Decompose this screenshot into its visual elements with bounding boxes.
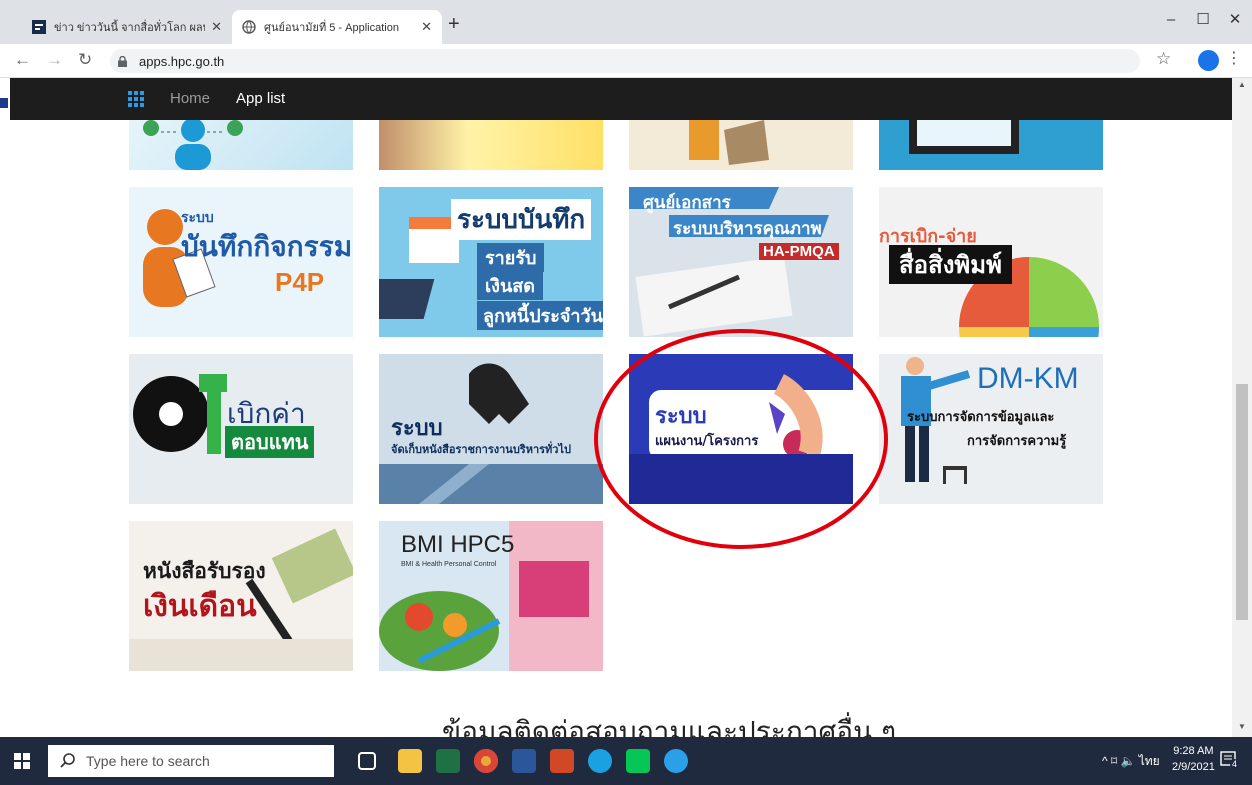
page-viewport: Home App list ระบบ บันทึกกิจกรรม P4P ระบ… — [10, 78, 1232, 737]
tile-label: BMI & Health Personal Control — [401, 561, 497, 568]
tile-label: สื่อสิ่งพิมพ์ — [889, 245, 1012, 284]
windows-taskbar: Type here to search ^ ⌑ 🔈 ไทย 9:28 AM 2/… — [0, 737, 1252, 785]
browser-tab-strip: ข่าว ข่าววันนี้ จากสื่อทั่วโลก ผลบอลล์ ✕… — [0, 0, 1252, 44]
news-favicon-icon — [32, 20, 46, 34]
tile-label: ระบบการจัดการข้อมูลและ — [907, 410, 1055, 425]
new-tab-button[interactable]: + — [448, 14, 460, 34]
taskbar-search-box[interactable]: Type here to search — [48, 745, 334, 777]
scroll-down-icon[interactable]: ▼ — [1238, 722, 1246, 731]
tile-label: จัดเก็บหนังสือราชการงานบริหารทั่วไป — [391, 443, 571, 456]
back-arrow-icon[interactable]: ← — [14, 50, 31, 70]
people-network-icon — [143, 120, 243, 170]
tile-label: ลูกหนี้ประจำวัน — [477, 301, 603, 330]
worker-icon — [689, 120, 769, 165]
tile-label: ตอบแทน — [225, 426, 315, 458]
menu-kebab-icon[interactable]: ⋮ — [1226, 48, 1242, 68]
screen: ข่าว ข่าววันนี้ จากสื่อทั่วโลก ผลบอลล์ ✕… — [0, 0, 1252, 785]
app-tile-bmi-hpc5[interactable]: BMI HPC5 BMI & Health Personal Control — [379, 521, 603, 671]
close-tab-icon[interactable]: ✕ — [421, 19, 432, 35]
task-view-icon[interactable] — [358, 752, 376, 770]
nav-app-list-link[interactable]: App list — [236, 90, 285, 107]
powerpoint-icon[interactable] — [550, 749, 574, 773]
search-icon — [60, 753, 75, 768]
system-clock[interactable]: 9:28 AM 2/9/2021 — [1172, 743, 1215, 775]
monitor-icon — [879, 120, 1103, 170]
chrome-icon[interactable] — [474, 749, 498, 773]
notification-center-icon[interactable]: 4 — [1220, 751, 1240, 769]
line-app-icon[interactable] — [626, 749, 650, 773]
word-icon[interactable] — [512, 749, 536, 773]
tile-label: HA-PMQA — [759, 243, 839, 260]
file-explorer-icon[interactable] — [398, 749, 422, 773]
edge-icon[interactable] — [588, 749, 612, 773]
app-tile-r1c2[interactable] — [379, 120, 603, 170]
tile-label: การจัดการความรู้ — [967, 434, 1067, 449]
page-scrollbar[interactable]: ▲ ▼ — [1232, 78, 1252, 737]
close-tab-icon[interactable]: ✕ — [211, 19, 222, 35]
tab-title: ข่าว ข่าววันนี้ จากสื่อทั่วโลก ผลบอลล์ — [54, 22, 205, 34]
search-placeholder: Type here to search — [86, 753, 210, 769]
ie-browser-icon[interactable] — [664, 749, 688, 773]
app-tile-ha-pmqa[interactable]: ศูนย์เอกสาร ระบบบริหารคุณภาพ HA-PMQA — [629, 187, 853, 337]
tile-label: BMI HPC5 — [401, 531, 515, 558]
address-bar[interactable]: apps.hpc.go.th — [110, 49, 1140, 73]
profile-avatar-icon[interactable] — [1198, 50, 1219, 71]
minimize-button[interactable]: – — [1156, 8, 1186, 32]
tab-title: ศูนย์อนามัยที่ 5 - Application — [264, 22, 399, 34]
tile-label: เงินสด — [477, 271, 543, 300]
browser-toolbar: ← → ↻ apps.hpc.go.th ☆ ⋮ — [0, 44, 1252, 78]
bookmark-star-icon[interactable]: ☆ — [1156, 49, 1171, 69]
app-tile-cash-income[interactable]: ระบบบันทึก รายรับ เงินสด ลูกหนี้ประจำวัน — [379, 187, 603, 337]
window-edge — [0, 78, 10, 737]
lock-icon — [118, 55, 127, 67]
url-text: apps.hpc.go.th — [139, 53, 225, 69]
app-tile-dm-km[interactable]: DM-KM ระบบการจัดการข้อมูลและ การจัดการคว… — [879, 354, 1103, 504]
forward-arrow-icon[interactable]: → — [46, 50, 63, 70]
app-tile-print-media[interactable]: การเบิก-จ่าย สื่อสิ่งพิมพ์ — [879, 187, 1103, 337]
tile-label: P4P — [275, 267, 325, 297]
reload-icon[interactable]: ↻ — [78, 50, 92, 70]
tile-label: เงินเดือน — [143, 589, 257, 624]
tile-label: DM-KM — [977, 362, 1079, 395]
site-navbar: Home App list — [10, 78, 1232, 120]
excel-icon[interactable] — [436, 749, 460, 773]
scrollbar-thumb[interactable] — [1236, 384, 1248, 620]
maximize-button[interactable]: ☐ — [1188, 8, 1218, 32]
nav-home-link[interactable]: Home — [170, 90, 210, 107]
app-tile-salary-certificate[interactable]: หนังสือรับรอง เงินเดือน — [129, 521, 353, 671]
clock-date: 2/9/2021 — [1172, 761, 1215, 773]
app-tile-r1c4[interactable] — [879, 120, 1103, 170]
tab-news[interactable]: ข่าว ข่าววันนี้ จากสื่อทั่วโลก ผลบอลล์ ✕ — [22, 10, 232, 44]
highlight-circle — [594, 329, 888, 549]
scroll-up-icon[interactable]: ▲ — [1238, 80, 1246, 89]
system-tray[interactable]: ^ ⌑ 🔈 ไทย — [1102, 752, 1160, 771]
tile-label: บันทึกกิจกรรม — [181, 230, 353, 263]
tab-application[interactable]: ศูนย์อนามัยที่ 5 - Application ✕ — [232, 10, 442, 44]
app-tile-r1c1[interactable] — [129, 120, 353, 170]
tile-label: ระบบบันทึก — [451, 199, 592, 240]
tile-label: ศูนย์เอกสาร — [643, 193, 731, 213]
app-grid-icon[interactable] — [128, 91, 144, 107]
clock-time: 9:28 AM — [1173, 745, 1214, 757]
app-tile-official-documents[interactable]: ระบบ จัดเก็บหนังสือราชการงานบริหารทั่วไป — [379, 354, 603, 504]
tile-label: รายรับ — [477, 243, 545, 272]
contact-heading: ข้อมูลติดต่อสอบถามและประกาศอื่น ๆ — [442, 715, 897, 737]
windows-start-icon[interactable] — [14, 753, 30, 769]
notification-count: 4 — [1230, 759, 1240, 769]
close-window-button[interactable]: ✕ — [1220, 8, 1250, 32]
app-tile-r1c3[interactable] — [629, 120, 853, 170]
app-tile-p4p-activity[interactable]: ระบบ บันทึกกิจกรรม P4P — [129, 187, 353, 337]
tile-label: ระบบบริหารคุณภาพ — [673, 219, 822, 239]
app-tile-ot-compensation[interactable]: เบิกค่า ตอบแทน — [129, 354, 353, 504]
input-language-indicator[interactable]: ไทย — [1139, 754, 1160, 768]
globe-icon — [242, 20, 256, 34]
